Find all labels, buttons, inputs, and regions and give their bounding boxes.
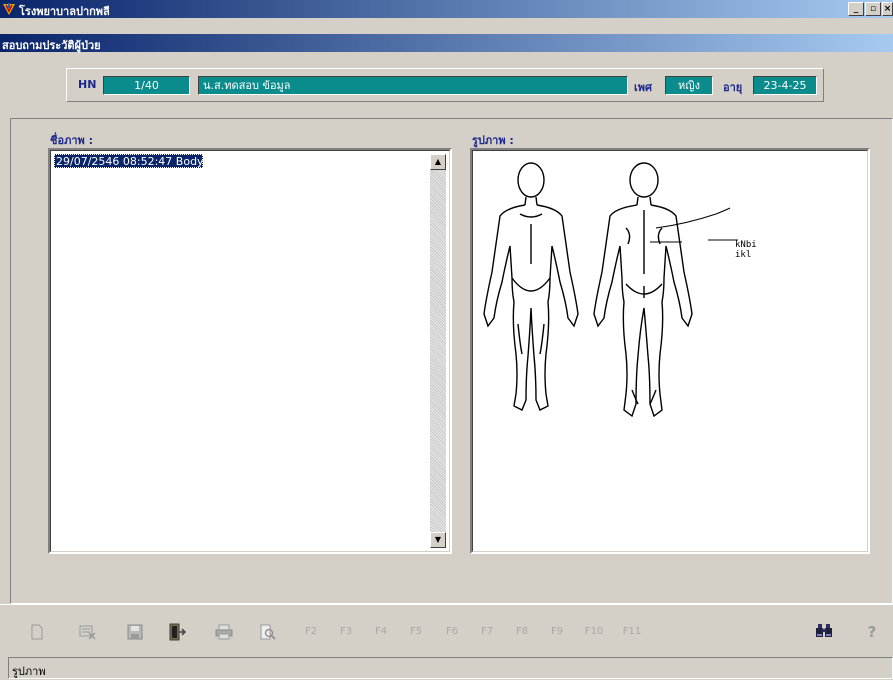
close-button[interactable]: × (882, 2, 893, 16)
image-list[interactable]: 29/07/2546 08:52:47 Body ▲ ▼ (48, 148, 452, 554)
f3-button[interactable]: F3 (333, 621, 359, 643)
patient-name-field[interactable]: น.ส.ทดสอบ ข้อมูล (198, 76, 628, 95)
scroll-up-button[interactable]: ▲ (430, 154, 446, 170)
image-list-item[interactable]: 29/07/2546 08:52:47 Body (54, 154, 204, 168)
list-scrollbar[interactable]: ▲ ▼ (430, 154, 446, 548)
sex-field[interactable]: หญิง (665, 76, 713, 95)
image-view-label: รูปภาพ : (472, 134, 514, 147)
annotation-line-2: ikl (735, 250, 752, 260)
hn-field[interactable]: 1/40 (103, 76, 190, 95)
new-doc-icon (31, 624, 43, 640)
delete-button[interactable] (75, 621, 101, 643)
minimize-button[interactable]: _ (848, 2, 864, 16)
delete-icon (79, 625, 96, 640)
hn-label: HN (78, 78, 97, 91)
menu-area (0, 18, 893, 34)
search-button[interactable] (811, 621, 837, 643)
print-preview-icon (260, 624, 276, 640)
body-annotation: kNbi ikl (735, 240, 757, 260)
form-title-bar: สอบถามประวัติผู้ป่วย (0, 34, 893, 52)
scroll-down-button[interactable]: ▼ (430, 532, 446, 548)
f6-button[interactable]: F6 (439, 621, 465, 643)
f10-button[interactable]: F10 (581, 621, 607, 643)
body-diagram-image (483, 162, 738, 418)
window-title-bar: โรงพยาบาลปากพลี _ ▫ × (0, 0, 893, 18)
help-button[interactable]: ? (859, 621, 885, 643)
sex-label: เพศ (634, 81, 652, 94)
f7-button[interactable]: F7 (474, 621, 500, 643)
f11-button[interactable]: F11 (619, 621, 645, 643)
status-bar: รูปภาพ (8, 657, 893, 679)
save-icon (127, 624, 143, 640)
hospital-logo-icon (3, 3, 15, 15)
f4-button[interactable]: F4 (368, 621, 394, 643)
age-label: อายุ (723, 81, 743, 94)
print-preview-button[interactable] (255, 621, 281, 643)
save-button[interactable] (122, 621, 148, 643)
form-title: สอบถามประวัติผู้ป่วย (2, 39, 101, 52)
annotation-line-1: kNbi (735, 240, 757, 250)
f9-button[interactable]: F9 (544, 621, 570, 643)
image-view: kNbi ikl (470, 148, 870, 554)
print-button[interactable] (211, 621, 237, 643)
f2-button[interactable]: F2 (298, 621, 324, 643)
age-field[interactable]: 23-4-25 (753, 76, 817, 95)
status-text: รูปภาพ (12, 665, 46, 678)
binoculars-icon (816, 624, 832, 637)
maximize-button[interactable]: ▫ (865, 2, 881, 16)
exit-door-icon (169, 623, 187, 641)
new-doc-button[interactable] (24, 621, 50, 643)
exit-button[interactable] (164, 621, 190, 643)
bottom-toolbar: F2 F3 F4 F5 F6 F7 F8 F9 F10 F11 ? (0, 604, 893, 657)
print-icon (215, 624, 233, 640)
image-list-label: ชื่อภาพ : (50, 134, 93, 147)
f8-button[interactable]: F8 (509, 621, 535, 643)
f5-button[interactable]: F5 (403, 621, 429, 643)
